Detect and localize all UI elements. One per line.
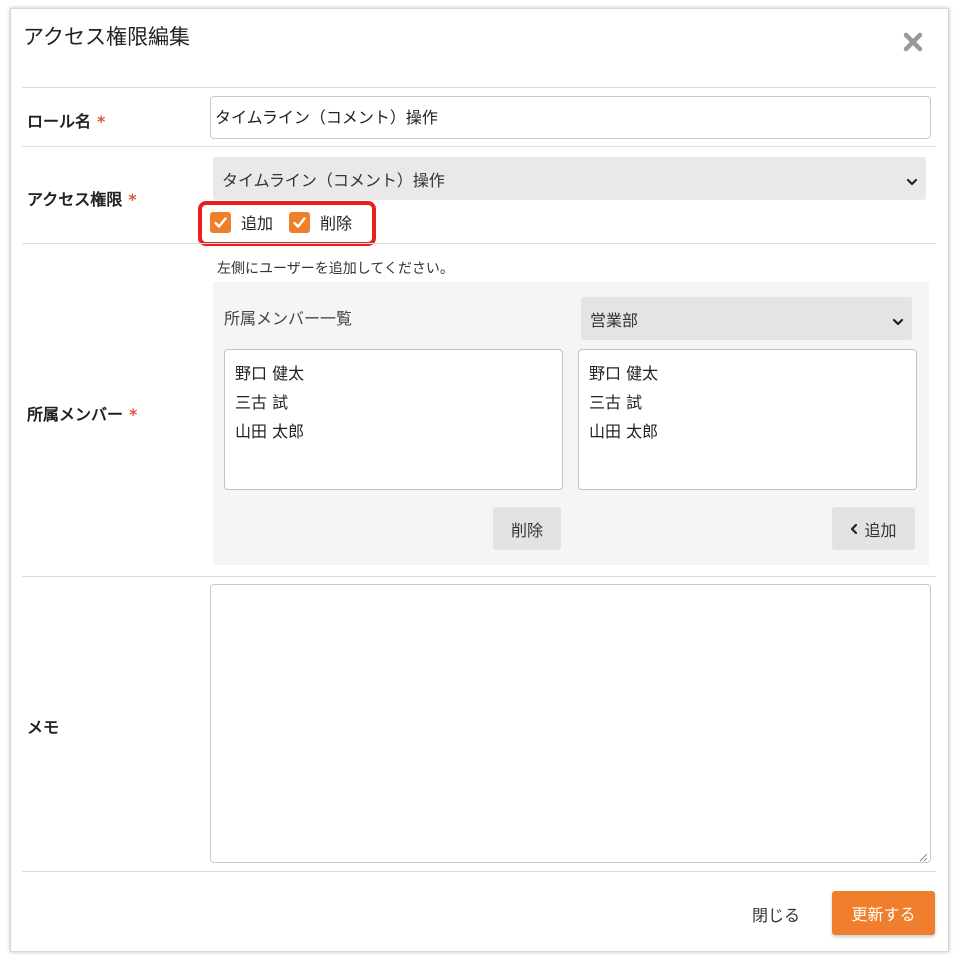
panel-title: 所属メンバー一覧 <box>224 309 353 328</box>
modal-title: アクセス権限編集 <box>23 25 190 49</box>
checkbox-delete-label: 削除 <box>320 214 353 233</box>
access-edit-modal: アクセス権限編集 ロール名 * タイムライン（コメント）操作 アクセス権限 * タイ… <box>10 8 949 952</box>
update-button[interactable]: 更新する <box>832 891 935 935</box>
list-item[interactable]: 野口 健太 <box>589 359 906 388</box>
memo-textarea[interactable] <box>210 584 931 863</box>
list-item[interactable]: 野口 健太 <box>235 359 552 388</box>
divider <box>22 576 936 577</box>
members-label: 所属メンバー * <box>27 405 138 424</box>
role-name-input[interactable]: タイムライン（コメント）操作 <box>210 96 931 139</box>
required-mark: * <box>128 190 137 209</box>
list-item[interactable]: 三古 試 <box>589 388 906 417</box>
divider <box>22 146 936 147</box>
list-item[interactable]: 山田 太郎 <box>235 417 552 446</box>
remove-member-button[interactable]: 削除 <box>493 507 561 550</box>
list-item[interactable]: 山田 太郎 <box>589 417 906 446</box>
close-icon[interactable] <box>902 31 924 53</box>
access-label: アクセス権限 * <box>27 190 137 209</box>
required-mark: * <box>129 405 138 424</box>
department-select-value: 営業部 <box>590 310 639 330</box>
access-select[interactable]: タイムライン（コメント）操作 <box>213 157 926 200</box>
access-select-value: タイムライン（コメント）操作 <box>222 170 445 190</box>
chevron-down-icon <box>892 313 904 325</box>
checkbox-delete[interactable]: 削除 <box>289 210 352 234</box>
checkbox-checked-icon[interactable] <box>289 211 310 233</box>
add-member-button[interactable]: 追加 <box>832 507 915 550</box>
required-mark: * <box>97 112 106 131</box>
divider <box>22 871 936 872</box>
divider <box>22 87 936 88</box>
role-name-label: ロール名 * <box>27 112 106 131</box>
members-hint: 左側にユーザーを追加してください。 <box>217 261 454 277</box>
checkbox-checked-icon[interactable] <box>210 211 231 233</box>
resize-grip-icon[interactable] <box>918 850 928 862</box>
list-item[interactable]: 三古 試 <box>235 388 552 417</box>
checkbox-add[interactable]: 追加 <box>210 210 273 234</box>
divider <box>22 243 936 244</box>
memo-label: メモ <box>27 718 60 737</box>
close-button[interactable]: 閉じる <box>752 902 800 926</box>
department-select[interactable]: 営業部 <box>581 297 912 340</box>
available-members-list[interactable]: 野口 健太 三古 試 山田 太郎 <box>578 349 917 490</box>
chevron-left-icon <box>850 523 858 535</box>
checkbox-add-label: 追加 <box>241 214 274 233</box>
member-panel: 所属メンバー一覧 営業部 野口 健太 三古 試 山田 太郎 野口 健太 三古 試… <box>213 282 929 565</box>
assigned-members-list[interactable]: 野口 健太 三古 試 山田 太郎 <box>224 349 563 490</box>
chevron-down-icon <box>906 173 918 185</box>
